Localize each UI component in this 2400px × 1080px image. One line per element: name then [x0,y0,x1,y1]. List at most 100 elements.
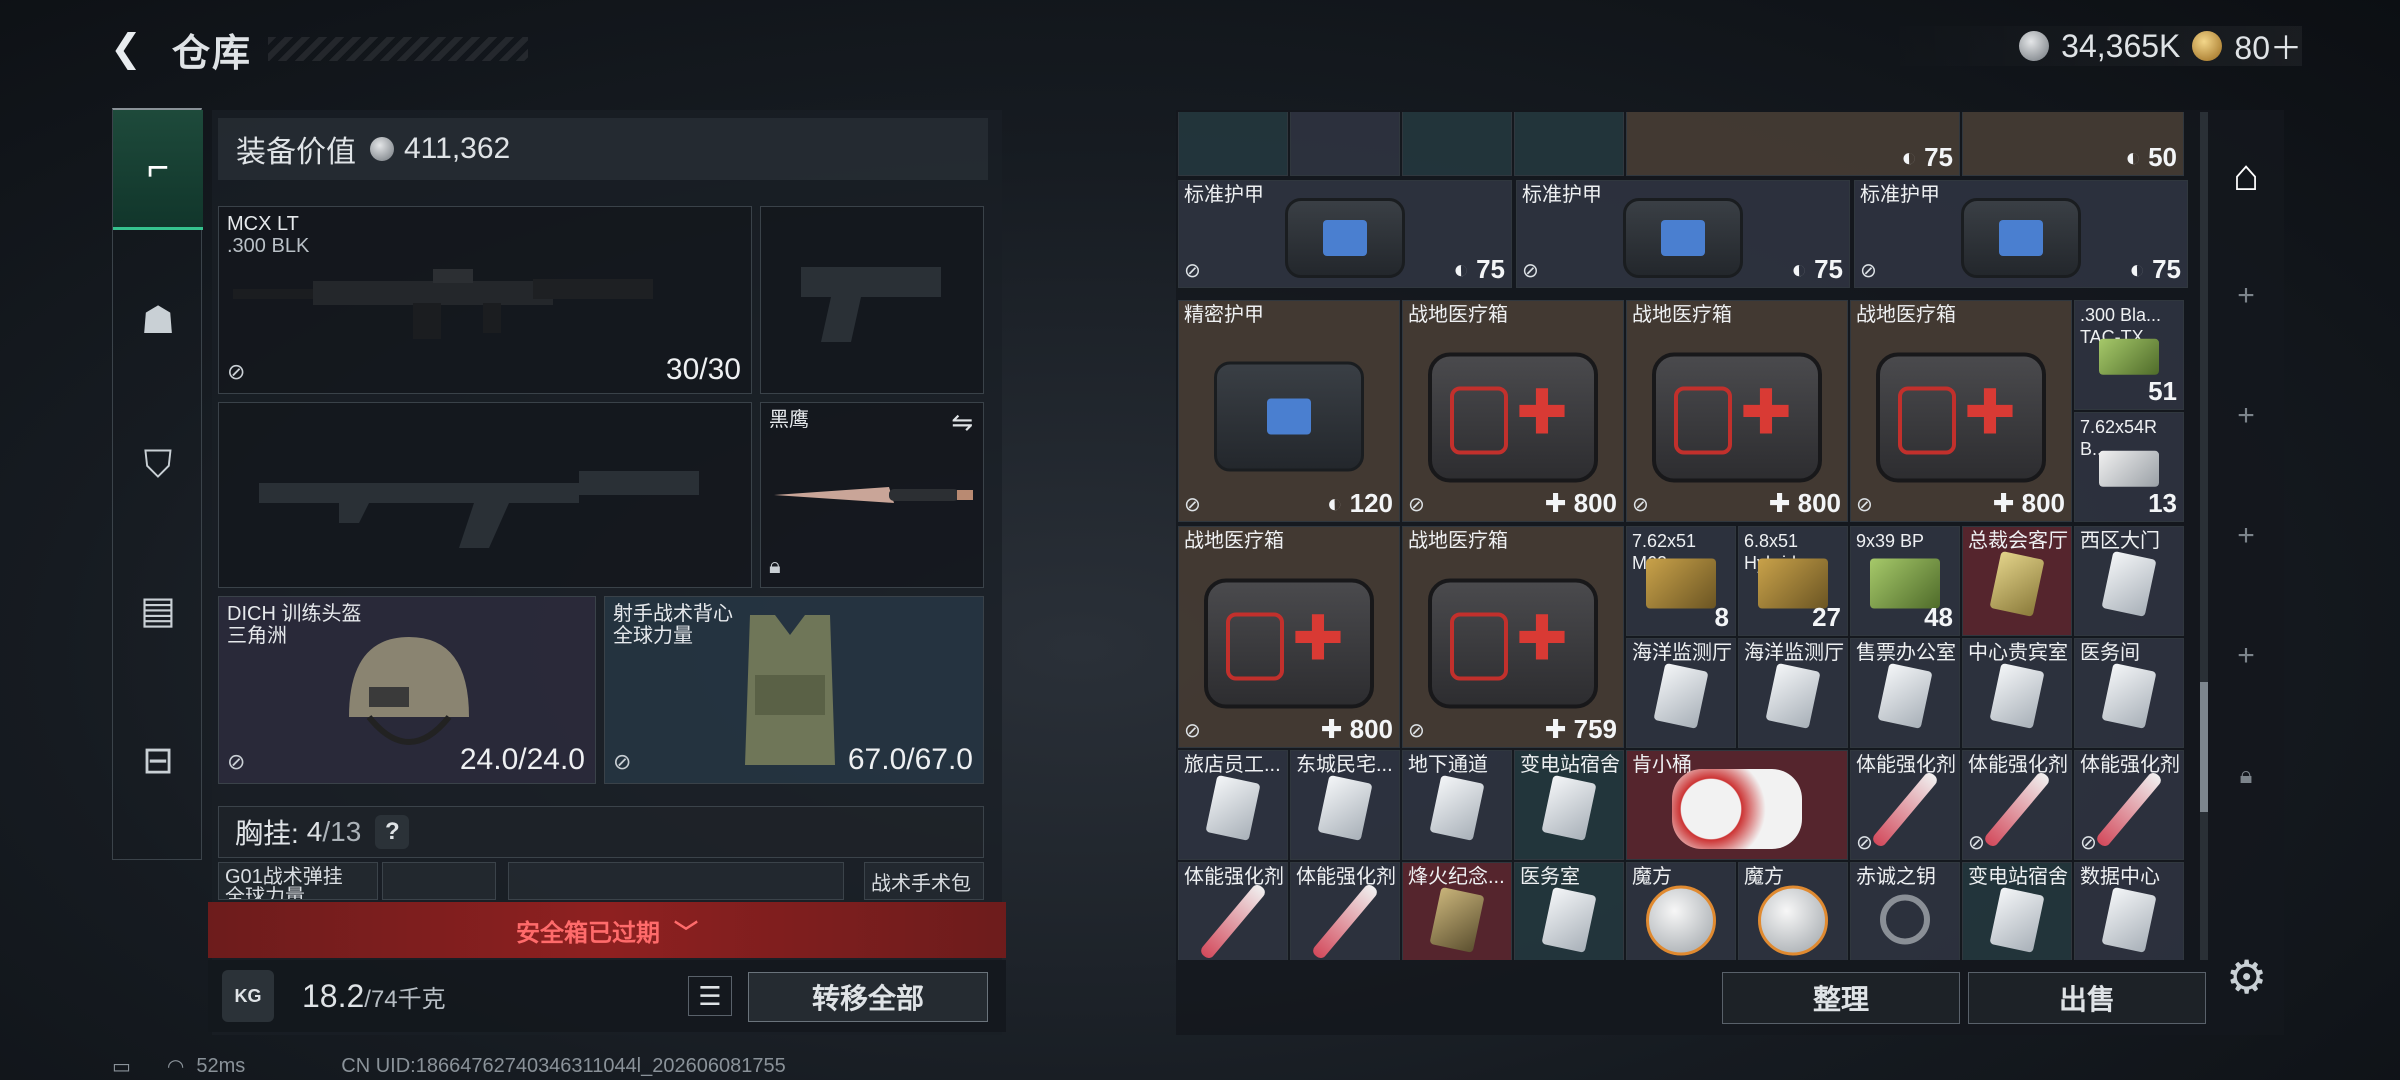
stash-tab-add[interactable]: + [2212,502,2280,570]
scrollbar-thumb[interactable] [2200,682,2208,812]
stash-item[interactable]: 海洋监测厅 [1738,638,1848,748]
stash-item[interactable]: 魔方 [1738,862,1848,960]
stash-item[interactable]: 数据中心 [2074,862,2184,960]
back-arrow-icon[interactable]: ❮ [110,29,150,69]
stash-item[interactable]: 赤诚之钥 [1850,862,1960,960]
stash-item[interactable]: 中心贵宾室 [1962,638,2072,748]
transfer-all-button[interactable]: 转移全部 [748,972,988,1022]
stash-item[interactable]: 体能强化剂 [1290,862,1400,960]
secondary-weapon-slot-empty[interactable] [218,402,752,588]
stash-item[interactable]: 西区大门 [2074,526,2184,636]
keycard-image [1653,662,1709,729]
list-view-button[interactable]: ☰ [688,976,732,1016]
sort-button[interactable]: 整理 [1722,972,1960,1024]
stash-item[interactable]: 变电站宿舍 [1962,862,2072,960]
item-durability: ✚ 800 [1992,488,2065,518]
stash-item[interactable]: 6.8x51 Hybrid27 [1738,526,1848,636]
rig-item[interactable]: G01战术弹挂 全球力量 [218,862,378,900]
stash-tab-add[interactable]: + [2212,382,2280,450]
item-name: 东城民宅... [1296,754,1393,776]
currency-bar: 34,365K 80＋ [1882,26,2302,66]
stash-item[interactable]: 医务间 [2074,638,2184,748]
stash-item[interactable]: 精密护甲 ⊘ ◐ 120 [1178,300,1400,522]
rig-slot-empty[interactable] [382,862,496,900]
stash-item[interactable] [1514,112,1624,176]
stash-item[interactable]: 战地医疗箱 ⊘ ✚ 800 [1626,300,1848,522]
sidebar-item-weapons[interactable]: ⌐ [113,110,203,230]
stash-item[interactable]: 东城民宅... [1290,750,1400,860]
stash-item[interactable]: 魔方 [1626,862,1736,960]
stash-item[interactable]: 战地医疗箱 ⊘ ✚ 800 [1402,300,1624,522]
stash-item[interactable]: 战地医疗箱 ⊘ ✚ 800 [1850,300,2072,522]
item-name: 标准护甲 [1522,184,1602,206]
currency-gold[interactable]: 80＋ [2234,23,2302,69]
swap-icon[interactable]: ⇋ [951,407,973,438]
item-durability: ◐ 75 [1901,142,1953,172]
primary-weapon-slot[interactable]: MCX LT .300 BLK ⊘ 30/30 [218,206,752,394]
medkit-image [1428,352,1598,483]
stash-item[interactable]: 地下通道 [1402,750,1512,860]
stash-item[interactable]: 标准护甲 ⊘ ◐ 75 [1178,180,1512,288]
stash-item[interactable]: 医务室 [1514,862,1624,960]
stash-item[interactable]: ◐ 75 [1626,112,1960,176]
item-name: 体能强化剂 [2080,754,2180,776]
keycard-image [2101,886,2157,953]
keycard-image [1989,886,2045,953]
keycard-image [2101,662,2157,729]
stash-item[interactable]: 战地医疗箱 ⊘ ✚ 800 [1178,526,1400,748]
rig-item-surgery-kit[interactable]: 战术手术包 [864,862,984,900]
stash-item[interactable]: ◐ 50 [1962,112,2184,176]
stash-item[interactable]: 烽火纪念... [1402,862,1512,960]
stash-tab-add[interactable]: + [2212,622,2280,690]
stash-item[interactable] [1290,112,1400,176]
stash-tab-add[interactable]: + [2212,262,2280,330]
stash-item[interactable]: 总裁会客厅 [1962,526,2072,636]
stash-item[interactable]: 肯小桶 [1626,750,1848,860]
safebox-expired-banner[interactable]: 安全箱已过期 ﹀ [208,902,1006,958]
sidebar-item-toolbox[interactable]: ⊟ [113,700,203,820]
gear-icon[interactable]: ⚙ [2226,950,2267,1004]
item-durability: ◐ 50 [2125,142,2177,172]
item-durability: ◐ 75 [1453,254,1505,284]
keycard-image [1541,774,1597,841]
header: ❮ 仓库 [110,22,529,76]
no-insure-icon: ⊘ [1860,260,1877,282]
stash-item[interactable]: 售票办公室 [1850,638,1960,748]
stash-item[interactable]: 7.62x51 M628 [1626,526,1736,636]
gold-coin-icon [2192,31,2223,61]
stash-tab-locked[interactable]: 🔒︎ [2212,742,2280,810]
pistol-slot-empty[interactable] [760,206,984,394]
sidebar-item-vest[interactable]: ☗ [113,260,203,380]
stash-scrollbar[interactable] [2200,112,2208,960]
medkit-image [1428,578,1598,709]
stash-item[interactable]: 战地医疗箱 ⊘ ✚ 759 [1402,526,1624,748]
stash-item[interactable]: 体能强化剂 ⊘ [1962,750,2072,860]
stash-item[interactable]: .300 Bla... TAC-TX 51 [2074,300,2184,410]
armor-slot[interactable]: 射手战术背心 全球力量 ⊘ 67.0/67.0 [604,596,984,784]
item-name: 战地医疗箱 [1856,304,1956,326]
sell-button[interactable]: 出售 [1968,972,2206,1024]
stash-item[interactable]: 标准护甲 ⊘ ◐ 75 [1854,180,2188,288]
stash-item[interactable]: 7.62x54R B... 13 [2074,412,2184,522]
stash-item[interactable]: 海洋监测厅 [1626,638,1736,748]
stash-item[interactable]: 变电站宿舍 [1514,750,1624,860]
sidebar-item-backpack[interactable]: ⛉ [113,405,203,525]
stash-item[interactable]: 体能强化剂 [1178,862,1288,960]
stash-tab-main[interactable]: ⌂ [2212,142,2280,210]
rig-slot-empty[interactable] [508,862,844,900]
item-name: 体能强化剂 [1968,754,2068,776]
stash-item[interactable]: 标准护甲 ⊘ ◐ 75 [1516,180,1850,288]
help-button[interactable]: ? [375,815,410,849]
helmet-slot[interactable]: DICH 训练头盔 三角洲 ⊘ 24.0/24.0 [218,596,596,784]
stash-item[interactable]: 体能强化剂 ⊘ [2074,750,2184,860]
stash-icon: ⌂ [2232,151,2260,200]
stash-item[interactable]: 旅店员工... [1178,750,1288,860]
stash-item[interactable]: 9x39 BP 48 [1850,526,1960,636]
toy-image [1672,769,1802,849]
melee-slot[interactable]: 黑鹰 ⇋ 🔒︎ [760,402,984,588]
weight-icon: KG [222,970,274,1022]
stash-item[interactable] [1178,112,1288,176]
stash-item[interactable]: 体能强化剂 ⊘ [1850,750,1960,860]
sidebar-item-case[interactable]: ▤ [113,550,203,670]
stash-item[interactable] [1402,112,1512,176]
